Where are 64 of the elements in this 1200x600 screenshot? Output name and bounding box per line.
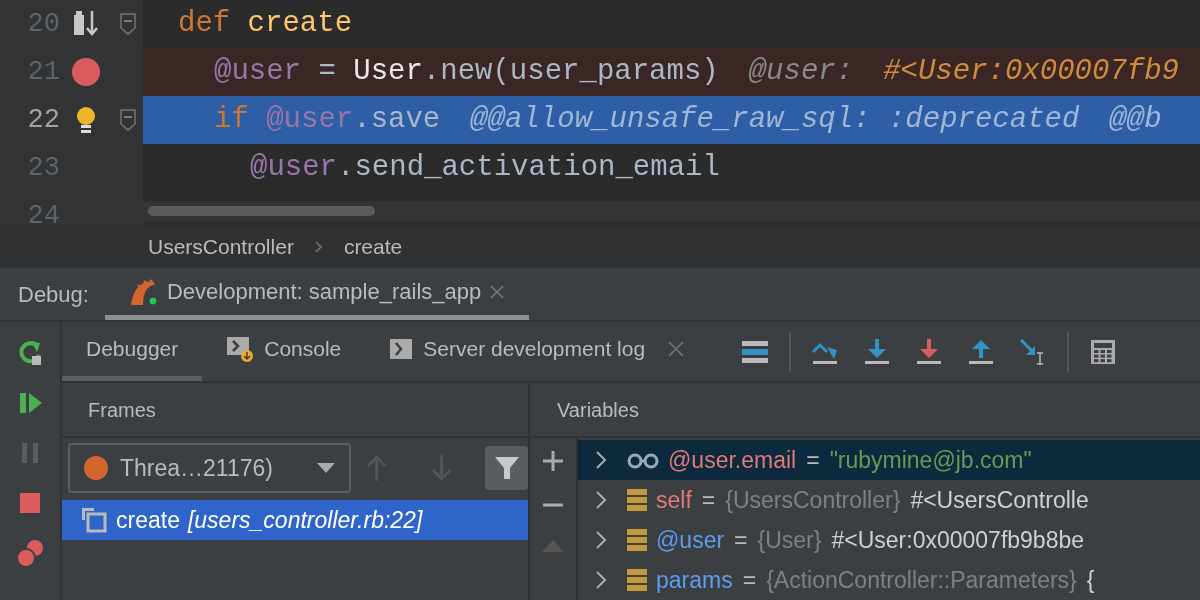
thread-dropdown[interactable]: Threa…21176) [68,443,351,493]
fold-marker-icon[interactable] [119,13,136,35]
chevron-right-icon[interactable] [594,570,608,590]
chevron-right-icon[interactable] [594,530,608,550]
code-line: @user.send_activation_email [250,150,720,187]
filter-icon [492,454,521,482]
frame-row[interactable]: create [users_controller.rb:22] [62,500,528,540]
equals-sign: = [701,485,716,515]
panel-title: Variables [557,397,639,423]
console-icon [389,338,414,360]
session-tab[interactable]: Development: sample_rails_app [104,268,530,320]
frame-method: create [116,505,180,535]
panel-title: Frames [88,397,156,423]
variable-type: {ActionController::Parameters} [766,565,1077,595]
variable-name: @user.email [668,445,797,475]
close-icon[interactable] [667,340,686,358]
chevron-right-icon[interactable] [594,450,608,470]
variable-row[interactable]: @user.email = "rubymine@jb.com" [578,440,1200,480]
equals-sign: = [734,525,748,555]
breadcrumb-item[interactable]: create [343,230,403,263]
variable-value: "rubymine@jb.com" [829,445,1032,475]
breadcrumb-item[interactable]: UsersController [148,230,294,263]
field-icon [626,568,648,592]
frame-location: [users_controller.rb:22] [187,505,423,535]
tool-tab[interactable]: Server development log [365,322,710,381]
field-icon [626,528,648,552]
tool-tab[interactable]: Debugger [62,322,203,381]
breakpoint-icon[interactable] [72,58,100,86]
thread-status-icon [84,456,108,480]
chevron-right-icon [313,239,324,254]
lightbulb-icon[interactable] [74,105,98,135]
variable-row[interactable]: @user = {User} #<User:0x00007fb9b8be [578,520,1200,560]
variable-row[interactable]: self = {UsersController} #<UsersControlle [578,480,1200,520]
variable-value: #<UsersControlle [910,485,1089,515]
variable-value: { [1086,565,1095,595]
variable-type: {UsersController} [725,485,901,515]
chevron-right-icon[interactable] [594,490,608,510]
caret-icon [316,463,335,473]
inline-value-hint: @@allow_unsafe_raw_sql: :deprecated [470,102,1080,139]
code-line: @user = User.new(user_params) [214,54,719,91]
inline-value-hint: @@b [1109,102,1162,139]
inline-value-hint: @user: [748,54,854,91]
line-number: 22 [26,103,60,137]
code-line: if @user.save [214,102,441,139]
console-icon [226,335,255,363]
variable-name: @user [656,525,725,555]
equals-sign: = [806,445,820,475]
filter-button[interactable] [485,446,528,490]
variable-name: params [656,565,733,595]
equals-sign: = [742,565,757,595]
fold-marker-icon[interactable] [119,109,136,131]
inline-value-hint: #<User:0x00007fb9 [883,54,1179,91]
code-line: def create [178,6,353,43]
close-icon[interactable] [489,283,506,300]
frame-icon [80,506,108,534]
plus-icon[interactable] [542,450,564,472]
variable-row[interactable]: params = {ActionController::Parameters} { [578,560,1200,600]
variable-type: {User} [757,525,822,555]
variable-value: #<User:0x00007fb9b8be [831,525,1085,555]
field-icon [626,488,648,512]
debug-label: Debug: [17,280,90,309]
tool-tab[interactable]: Console [202,322,366,381]
horizontal-scrollbar[interactable] [143,201,1200,221]
variable-name: self [656,485,692,515]
